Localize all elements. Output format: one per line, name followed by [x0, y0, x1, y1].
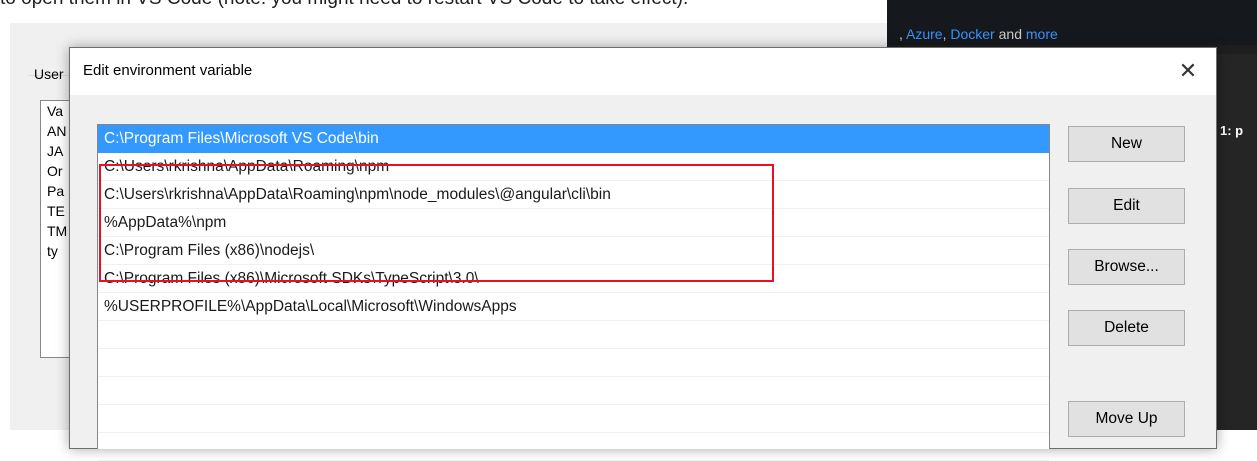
new-button[interactable]: New — [1068, 126, 1185, 162]
path-row[interactable]: C:\Program Files (x86)\Microsoft SDKs\Ty… — [98, 265, 1049, 293]
path-row[interactable]: C:\Users\rkrishna\AppData\Roaming\npm — [98, 153, 1049, 181]
delete-button[interactable]: Delete — [1068, 310, 1185, 346]
path-row[interactable]: C:\Program Files\Microsoft VS Code\bin — [98, 125, 1049, 153]
dialog-titlebar[interactable]: Edit environment variable ✕ — [70, 48, 1216, 95]
dialog-title: Edit environment variable — [83, 62, 253, 79]
path-row-empty[interactable] — [98, 321, 1049, 349]
close-icon[interactable]: ✕ — [1173, 57, 1203, 85]
azure-link[interactable]: Azure — [906, 26, 943, 42]
links-separator: , — [899, 26, 907, 42]
more-link[interactable]: more — [1026, 26, 1058, 42]
path-row[interactable]: %USERPROFILE%\AppData\Local\Microsoft\Wi… — [98, 293, 1049, 321]
path-row-empty[interactable] — [98, 433, 1049, 461]
vscode-links: , Azure, Docker and more — [899, 26, 1058, 42]
path-row[interactable]: C:\Program Files (x86)\nodejs\ — [98, 237, 1049, 265]
and-text: and — [994, 26, 1026, 42]
terminal-tab[interactable]: 1: p — [1220, 123, 1243, 138]
vscode-side-panel — [1210, 54, 1257, 430]
edit-environment-variable-dialog: Edit environment variable ✕ C:\Program F… — [69, 47, 1217, 461]
path-row-empty[interactable] — [98, 405, 1049, 433]
vscode-notification-bar: , Azure, Docker and more — [887, 0, 1257, 45]
path-row[interactable]: %AppData%\npm — [98, 209, 1049, 237]
browse-button[interactable]: Browse... — [1068, 249, 1185, 285]
move-up-button[interactable]: Move Up — [1068, 401, 1185, 437]
path-row-empty[interactable] — [98, 377, 1049, 405]
user-variables-group-label: User — [34, 66, 64, 82]
edit-button[interactable]: Edit — [1068, 188, 1185, 224]
path-row[interactable]: C:\Users\rkrishna\AppData\Roaming\npm\no… — [98, 181, 1049, 209]
docker-link[interactable]: Docker — [950, 26, 994, 42]
background-text: to open them in VS Code (note: you might… — [0, 0, 688, 10]
path-row-empty[interactable] — [98, 349, 1049, 377]
path-list[interactable]: C:\Program Files\Microsoft VS Code\bin C… — [97, 124, 1050, 461]
